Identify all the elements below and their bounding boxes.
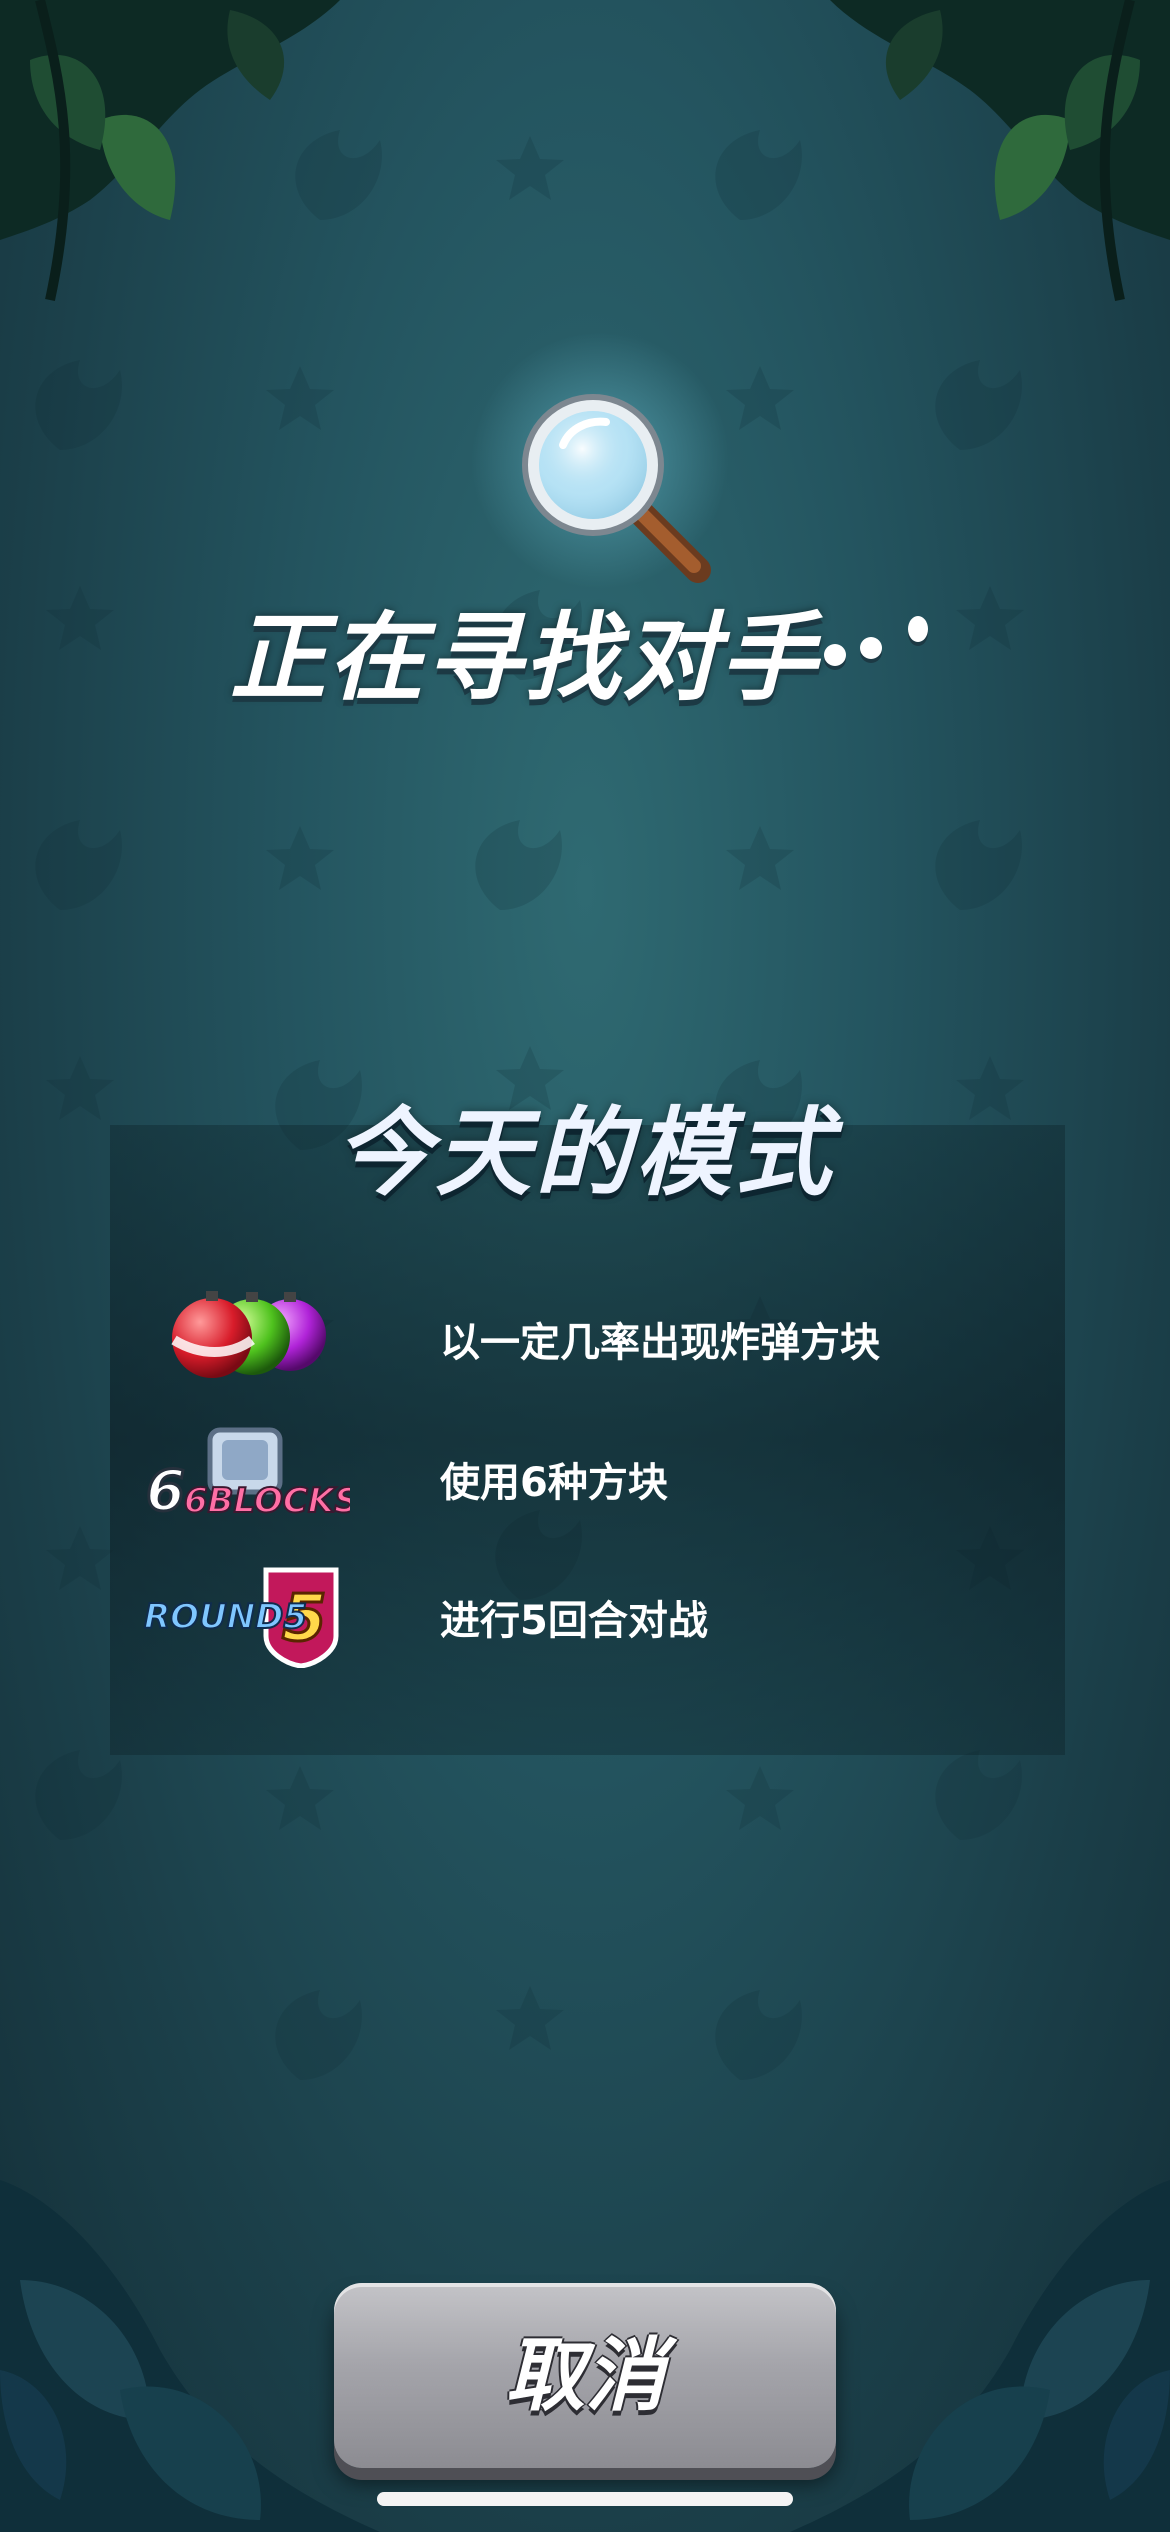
svg-text:6: 6 — [146, 1459, 185, 1524]
loading-dot-2 — [860, 637, 882, 659]
6-blocks-icon-label: 6BLOCKS — [184, 1481, 350, 1521]
top-left-foliage — [0, 0, 340, 302]
rule-text-bombs: 以一定几率出现炸弹方块 — [440, 1320, 880, 1366]
bottom-right-foliage — [790, 2180, 1170, 2532]
round-5-icon-label: ROUND5 — [144, 1597, 307, 1637]
cancel-button[interactable]: 取消 — [334, 2283, 836, 2468]
rule-text-6-blocks: 使用6种方块 — [440, 1460, 668, 1506]
bottom-left-foliage — [0, 2180, 380, 2532]
round-5-icon: 5 ROUND5 — [143, 1567, 339, 1668]
home-indicator[interactable] — [377, 2492, 793, 2506]
searching-label: 正在寻找对手 — [230, 602, 818, 714]
rule-row-round-5: 5 ROUND5 进行5回合对战 — [140, 1558, 1040, 1668]
mode-title: 今天的模式 — [335, 1097, 835, 1209]
rule-row-6-blocks: 6 6BLOCKS 使用6种方块 — [140, 1420, 1040, 1530]
cancel-button-label: 取消 — [505, 2329, 665, 2422]
rule-row-bombs: 以一定几率出现炸弹方块 — [140, 1280, 1040, 1390]
loading-dot-3 — [908, 616, 928, 642]
magnifier-icon — [522, 394, 711, 583]
top-right-foliage — [830, 0, 1170, 302]
rule-text-round-5: 进行5回合对战 — [440, 1598, 708, 1644]
loading-dot-1 — [824, 644, 846, 666]
6-blocks-icon: 6 6BLOCKS — [145, 1427, 350, 1526]
bomb-blocks-icon — [171, 1291, 326, 1378]
